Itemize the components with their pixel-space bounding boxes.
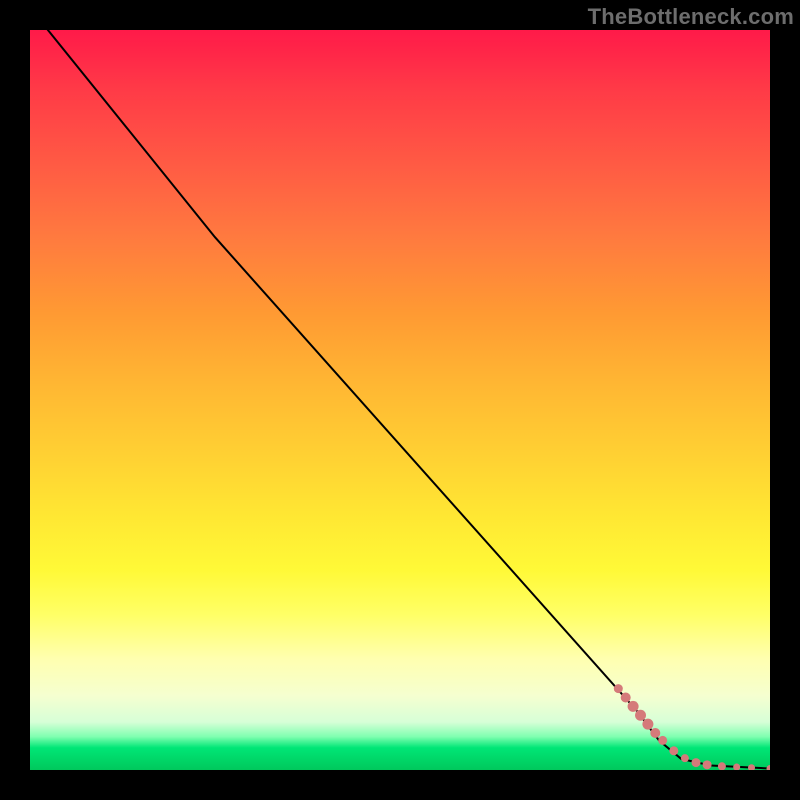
data-marker <box>650 728 660 738</box>
data-marker <box>718 762 726 770</box>
data-marker <box>681 754 689 762</box>
data-marker <box>748 764 755 770</box>
watermark-text: TheBottleneck.com <box>588 4 794 30</box>
data-marker <box>703 760 712 769</box>
chart-frame: TheBottleneck.com <box>0 0 800 800</box>
data-marker <box>767 765 771 770</box>
marker-group <box>614 684 770 770</box>
data-marker <box>614 684 623 693</box>
chart-overlay <box>30 30 770 770</box>
plot-area <box>30 30 770 770</box>
data-marker <box>658 736 667 745</box>
data-marker <box>628 701 639 712</box>
data-marker <box>635 710 646 721</box>
data-marker <box>642 719 653 730</box>
data-marker <box>621 692 631 702</box>
data-marker <box>692 758 701 767</box>
data-marker <box>669 746 678 755</box>
data-marker <box>733 764 740 770</box>
bottleneck-curve <box>30 30 770 769</box>
